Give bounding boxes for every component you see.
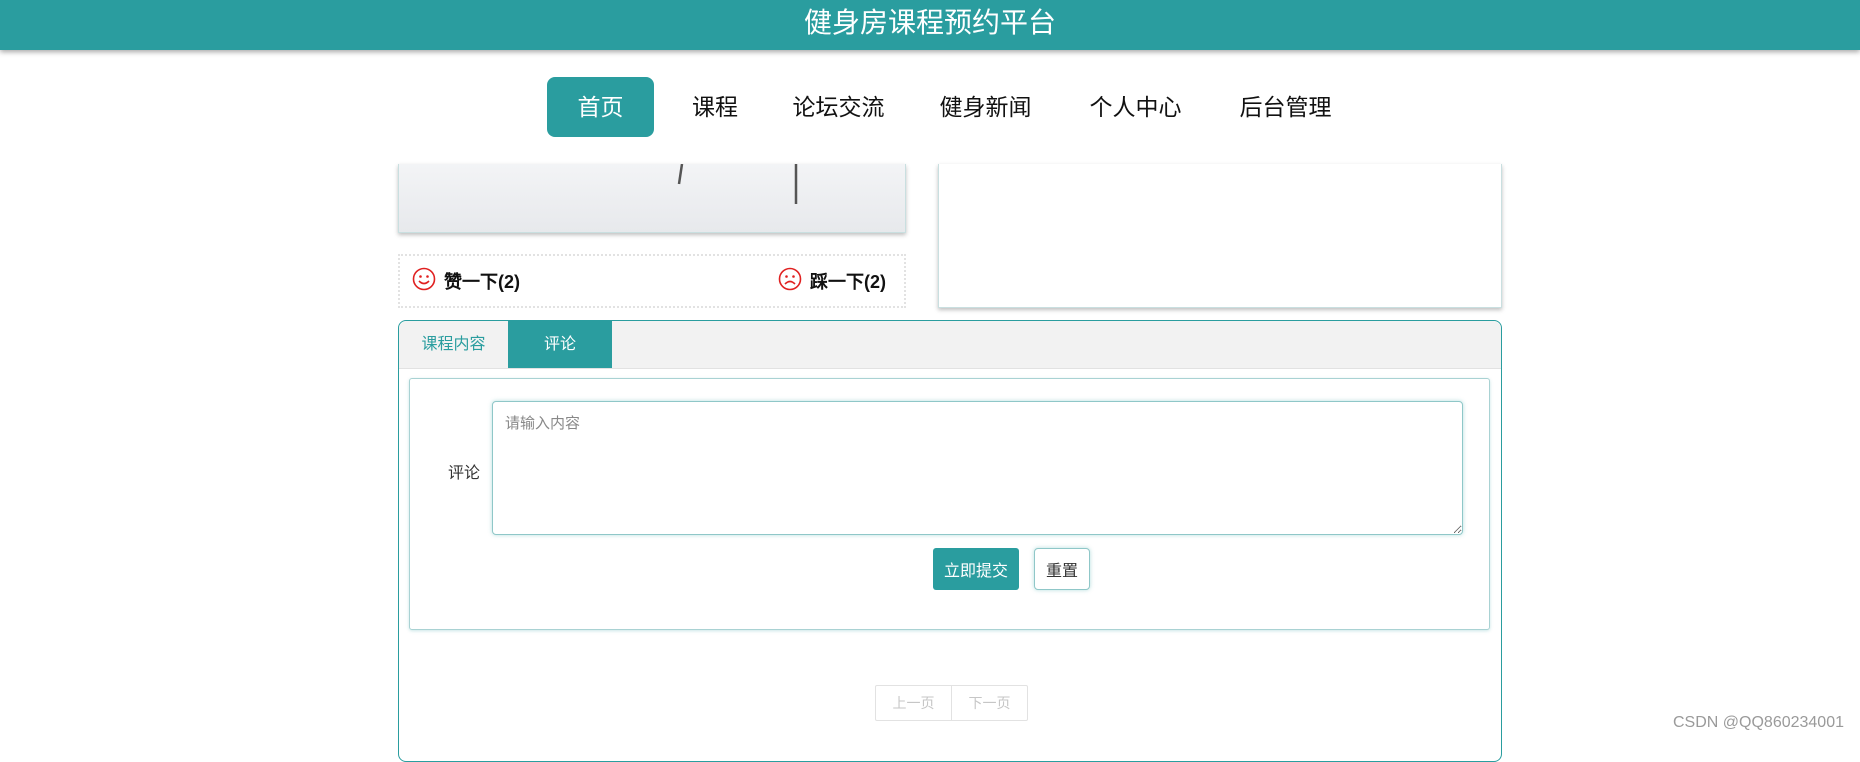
- tab-comments[interactable]: 评论: [508, 321, 612, 368]
- comment-form: 评论 立即提交 重置: [409, 378, 1490, 630]
- like-label: 赞一下(2): [444, 272, 520, 292]
- prev-page-button[interactable]: 上一页: [876, 686, 951, 720]
- reset-button[interactable]: 重置: [1034, 548, 1090, 590]
- site-title: 健身房课程预约平台: [803, 7, 1056, 38]
- main-nav: 首页 课程 论坛交流 健身新闻 个人中心 后台管理: [0, 64, 1860, 139]
- dislike-button[interactable]: 踩一下(2): [778, 267, 886, 296]
- nav-item-home[interactable]: 首页: [547, 77, 654, 137]
- like-button[interactable]: 赞一下(2): [412, 267, 520, 296]
- submit-button[interactable]: 立即提交: [933, 548, 1019, 590]
- course-tabs-panel: 课程内容 评论 评论 立即提交 重置 上一页 下一页: [398, 320, 1502, 762]
- course-info-panel: [938, 164, 1502, 308]
- tab-course-content[interactable]: 课程内容: [399, 321, 508, 368]
- comment-textarea[interactable]: [492, 401, 1463, 535]
- nav-item-news[interactable]: 健身新闻: [932, 77, 1039, 137]
- nav-item-admin[interactable]: 后台管理: [1232, 77, 1339, 137]
- smile-icon: [412, 267, 436, 296]
- tabs-bar: 课程内容 评论: [399, 321, 1501, 369]
- vote-bar: 赞一下(2) 踩一下(2): [398, 254, 906, 308]
- dislike-label: 踩一下(2): [810, 272, 886, 292]
- nav-item-profile[interactable]: 个人中心: [1082, 77, 1189, 137]
- comment-field-label: 评论: [448, 465, 481, 482]
- course-image-fragment: [677, 163, 798, 204]
- nav-item-courses[interactable]: 课程: [683, 77, 747, 137]
- pagination: 上一页 下一页: [875, 685, 1028, 721]
- page-header: 健身房课程预约平台: [0, 0, 1860, 50]
- frown-icon: [778, 267, 802, 296]
- course-image: [398, 163, 906, 233]
- next-page-button[interactable]: 下一页: [951, 686, 1027, 720]
- nav-item-forum[interactable]: 论坛交流: [785, 77, 892, 137]
- watermark: CSDN @QQ860234001: [1673, 714, 1844, 731]
